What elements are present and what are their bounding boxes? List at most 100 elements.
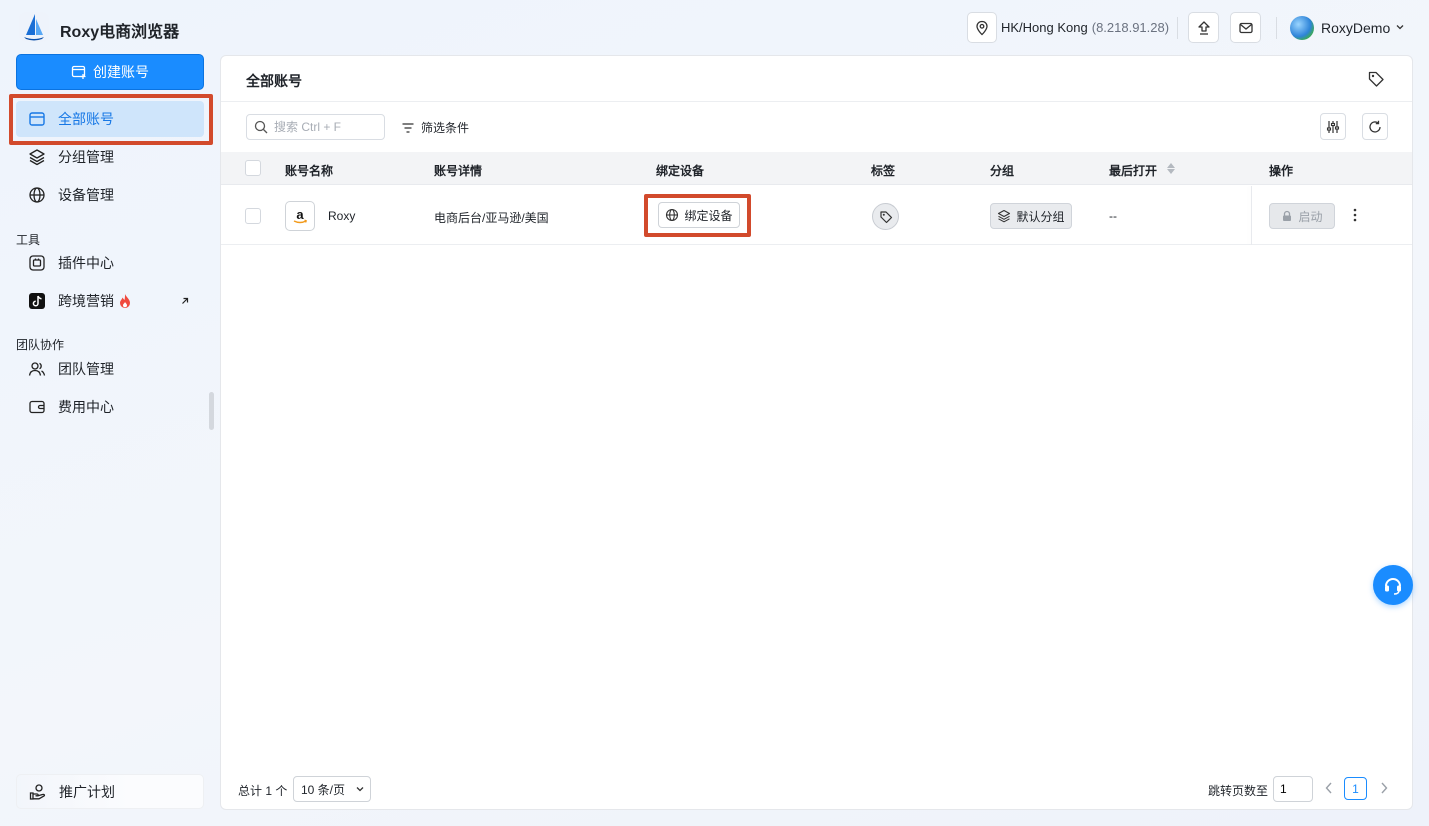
sidebar-item-label: 跨境营销 (58, 293, 114, 309)
sidebar-item-label: 全部账号 (58, 111, 114, 127)
sidebar-item-all-accounts[interactable]: 全部账号 (16, 101, 204, 137)
column-header[interactable]: 最后打开 (1109, 162, 1157, 179)
users-icon (28, 362, 46, 376)
filter-icon (402, 122, 414, 133)
support-button[interactable] (1373, 565, 1413, 605)
fire-icon (120, 294, 130, 308)
window-icon (29, 112, 45, 126)
column-header: 账号详情 (434, 164, 483, 178)
start-button[interactable]: 启动 (1269, 203, 1335, 229)
sidebar-item-billing[interactable]: 费用中心 (16, 389, 204, 425)
chevron-down-icon (356, 787, 364, 792)
plugin-icon (29, 255, 45, 271)
title-divider (221, 101, 1412, 102)
headset-icon (1385, 578, 1401, 595)
create-account-button[interactable]: 创建账号 (16, 54, 204, 90)
tiktok-icon (29, 293, 45, 309)
sidebar-item-devices[interactable]: 设备管理 (16, 177, 204, 213)
column-header: 标签 (871, 164, 896, 178)
jump-page-input[interactable] (1273, 776, 1313, 802)
top-bar: Roxy电商浏览器 HK/Hong Kong (8.218.91.28) Roxy… (0, 0, 1429, 54)
last-open: -- (1109, 209, 1117, 223)
start-label: 启动 (1298, 209, 1323, 224)
filter-label: 筛选条件 (421, 121, 470, 135)
location-pin-icon (976, 20, 988, 35)
create-account-label: 创建账号 (93, 64, 149, 80)
account-name: Roxy (328, 209, 356, 223)
refresh-button[interactable] (1362, 113, 1388, 140)
column-settings-button[interactable] (1320, 113, 1346, 140)
app-title: Roxy电商浏览器 (60, 24, 180, 41)
sidebar-item-label: 费用中心 (58, 399, 114, 415)
bind-device-button[interactable]: 绑定设备 (658, 202, 740, 228)
sort-icon[interactable] (1167, 163, 1175, 174)
user-name[interactable]: RoxyDemo (1321, 20, 1390, 36)
sliders-icon (1326, 120, 1340, 133)
location-name: HK/Hong Kong (1001, 20, 1088, 35)
column-header: 绑定设备 (656, 164, 705, 178)
row-checkbox[interactable] (245, 208, 261, 224)
refresh-icon (1369, 120, 1381, 133)
sidebar-item-team[interactable]: 团队管理 (16, 351, 204, 387)
account-detail: 电商后台/亚马逊/美国 (434, 211, 549, 225)
page-size-select[interactable]: 10 条/页 (293, 776, 371, 802)
select-all-checkbox[interactable] (245, 160, 261, 176)
group-label: 默认分组 (1016, 209, 1065, 224)
column-header: 账号名称 (285, 164, 334, 178)
page-size-label: 10 条/页 (301, 782, 346, 797)
sidebar-item-label: 推广计划 (59, 783, 115, 800)
fixed-column-divider (1251, 186, 1252, 245)
filter-button[interactable]: 筛选条件 (401, 119, 469, 136)
external-link-icon (182, 297, 189, 304)
chevron-left-icon[interactable] (1323, 781, 1335, 795)
page-title: 全部账号 (246, 73, 302, 89)
add-card-icon (71, 65, 86, 79)
search-icon (254, 120, 268, 134)
table-header: 账号名称 账号详情 绑定设备 标签 分组 最后打开 操作 (221, 152, 1412, 185)
location-label: HK/Hong Kong (8.218.91.28) (1001, 20, 1169, 35)
more-vertical-icon[interactable] (1352, 207, 1358, 223)
upload-button[interactable] (1188, 12, 1219, 43)
page-number-current[interactable]: 1 (1344, 777, 1367, 800)
header-divider (1177, 17, 1178, 39)
mail-icon (1238, 22, 1253, 33)
group-badge[interactable]: 默认分组 (990, 203, 1072, 229)
wallet-icon (29, 400, 45, 414)
header-divider (1276, 17, 1277, 39)
sidebar-item-referral[interactable]: 推广计划 (16, 774, 204, 809)
main-panel: 全部账号 筛选条件 账号名称 账号详情 (220, 55, 1413, 810)
sidebar-item-label: 团队管理 (58, 361, 114, 377)
sidebar-item-label: 插件中心 (58, 255, 114, 271)
column-header: 分组 (990, 164, 1015, 178)
sidebar-item-groups[interactable]: 分组管理 (16, 139, 204, 175)
sidebar-item-marketing[interactable]: 跨境营销 (16, 283, 204, 319)
table-row: a Roxy 电商后台/亚马逊/美国 绑定设备 默认分组 -- 启动 (221, 186, 1412, 245)
svg-text:a: a (296, 207, 304, 222)
search-input[interactable] (274, 120, 374, 134)
layers-icon (998, 209, 1011, 223)
globe-icon (666, 208, 679, 222)
location-button[interactable] (967, 12, 997, 43)
globe-icon (29, 187, 45, 203)
user-avatar[interactable] (1290, 16, 1314, 40)
location-ip: (8.218.91.28) (1091, 20, 1170, 35)
upload-icon (1197, 20, 1210, 35)
column-header: 操作 (1269, 164, 1294, 178)
sidebar-item-plugins[interactable]: 插件中心 (16, 245, 204, 281)
tag-icon (879, 210, 892, 223)
total-count: 总计 1 个 (238, 784, 288, 798)
sidebar-scrollbar[interactable] (209, 392, 214, 430)
amazon-logo-icon: a (285, 201, 315, 231)
app-logo-icon (19, 12, 49, 42)
chevron-down-icon[interactable] (1395, 22, 1405, 32)
add-tag-button[interactable] (872, 203, 899, 230)
lock-icon (1283, 210, 1292, 221)
search-box[interactable] (246, 114, 385, 140)
sidebar: 创建账号 全部账号 分组管理 设备管理 工具 插件中心 跨境营销 团队协作 团队… (0, 54, 215, 826)
bind-device-label: 绑定设备 (684, 208, 733, 223)
tag-icon[interactable] (1367, 70, 1385, 88)
sidebar-item-label: 分组管理 (58, 149, 114, 165)
message-button[interactable] (1230, 12, 1261, 43)
chevron-right-icon[interactable] (1378, 781, 1390, 795)
sidebar-item-label: 设备管理 (58, 187, 114, 203)
